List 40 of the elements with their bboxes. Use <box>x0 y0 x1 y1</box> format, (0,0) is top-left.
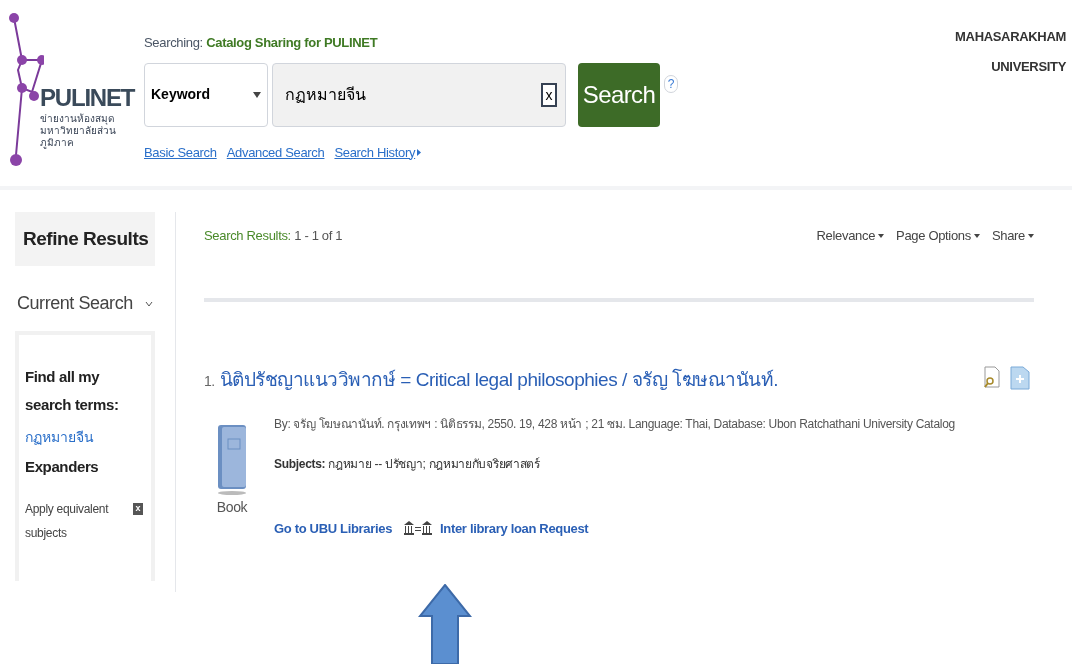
searching-label: Searching: Catalog Sharing for PULINET <box>144 34 379 52</box>
libraries-exchange-icon <box>404 521 433 536</box>
preview-icon[interactable] <box>984 366 1000 388</box>
search-results-count: Search Results: 1 - 1 of 1 <box>204 227 343 245</box>
caret-icon <box>973 233 980 238</box>
add-to-folder-icon[interactable] <box>1010 366 1030 390</box>
result-byline: By: จรัญ โฆษณานันท์. กรุงเทพฯ : นิติธรรม, 2550. 19, 428 หน้า ; 21 ซม. Language: Thai, Database: Ubon Ratchathani University Catalog <box>274 415 955 433</box>
institution-name: MAHASARAKHAM <box>955 28 1066 46</box>
result-title-link[interactable]: นิติปรัชญาแนววิพากษ์ = Critical legal philosophies / จรัญ โฆษณานันท์. <box>219 369 778 390</box>
caret-icon <box>253 91 261 98</box>
triangle-icon <box>417 148 422 156</box>
chevron-down-icon[interactable] <box>145 300 153 307</box>
logo-tagline: ข่ายงานห้องสมุดมหาวิทยาลัยส่วนภูมิภาค <box>40 113 117 149</box>
interlibrary-loan-link[interactable]: Inter library loan Request <box>440 518 589 538</box>
dropdown-menu[interactable]: Relevance <box>816 226 885 246</box>
search-button[interactable]: Search <box>578 62 660 127</box>
expander-label: Apply equivalent subjects <box>25 500 110 542</box>
search-link[interactable]: Basic Search <box>144 142 217 162</box>
library-link[interactable]: Go to UBU Libraries <box>274 518 393 538</box>
dropdown-menu[interactable]: Page Options <box>896 226 980 246</box>
search-history-link[interactable]: Search History <box>334 142 422 162</box>
clear-button[interactable]: x <box>541 82 557 107</box>
remove-button[interactable]: x <box>133 502 143 515</box>
logo-text: PULINET <box>40 86 136 110</box>
book-icon <box>216 424 248 495</box>
search-link[interactable]: Advanced Search <box>226 142 325 162</box>
caret-icon <box>878 233 885 238</box>
result-title: 1. นิติปรัชญาแนววิพากษ์ = Critical legal philosophies / จรัญ โฆษณานันท์. <box>204 367 778 392</box>
caret-icon <box>1028 233 1034 238</box>
find-all-label: Find all my search terms: <box>25 367 120 415</box>
expanders-label: Expanders <box>25 457 100 477</box>
dropdown-menu[interactable]: Share <box>991 226 1034 246</box>
institution-name: UNIVERSITY <box>991 58 1066 76</box>
refine-results-header: Refine Results <box>15 212 155 266</box>
result-subjects: Subjects: กฎหมาย -- ปรัชญา; กฎหมายกับจริยศาสตร์ <box>274 455 541 473</box>
search-term-link[interactable]: กฏหมายจีน <box>25 427 143 448</box>
item-type-label: Book <box>216 497 248 517</box>
search-input[interactable]: กฏหมายจีน x <box>272 62 566 127</box>
search-type-dropdown[interactable]: Keyword <box>144 62 268 127</box>
current-search-title[interactable]: Current Search <box>17 290 133 317</box>
